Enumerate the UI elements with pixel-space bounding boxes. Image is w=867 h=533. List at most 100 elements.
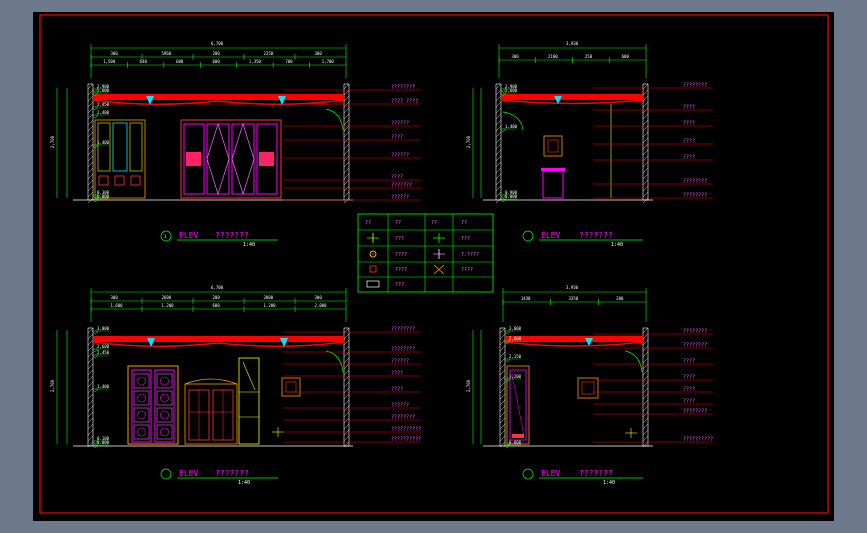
level-text: 3,000	[97, 326, 110, 331]
annotation-label: ????	[391, 371, 403, 377]
glass-cabinet	[184, 378, 238, 445]
dimension-text: 1,350	[249, 59, 262, 64]
annotation-label: ????	[391, 175, 403, 181]
overall-dimension: 6,700	[211, 41, 224, 46]
annotation-label: ??????	[391, 195, 409, 201]
level-text: 0.000	[97, 194, 110, 199]
dimension-text: 2600	[162, 295, 172, 300]
annotation-label: ????????	[683, 343, 707, 349]
legend-cell: ????	[395, 267, 407, 273]
ceiling-cornice	[93, 336, 344, 342]
annotation-label: ????	[683, 399, 695, 405]
cad-drawing: 6,700 300 5960 200 2350 300 1,500 640 600 600 1,…	[39, 14, 829, 514]
annotation-label: ????????	[683, 83, 707, 89]
legend-cell: ???	[461, 236, 470, 242]
dimension-text: 300	[315, 295, 323, 300]
ceiling-cornice	[93, 94, 344, 100]
cross-icon	[367, 233, 379, 243]
level-text: 2,400	[97, 110, 110, 115]
elevation-name: ???????	[579, 469, 613, 478]
annotation-label: ??????????	[391, 437, 421, 443]
legend-cell: ???	[395, 236, 404, 242]
level-text: 0.000	[509, 440, 522, 445]
entry-door	[127, 365, 179, 445]
annotation-label: ????	[683, 359, 695, 365]
annotation-label: ????	[391, 387, 403, 393]
dimension-text: 1,200	[162, 303, 175, 308]
dimension-text: 250	[585, 54, 593, 59]
annotation-label: ??????????	[683, 437, 713, 443]
height-dimension: 2,700	[50, 135, 55, 148]
wall-frame	[577, 377, 599, 399]
legend-cell: ???	[395, 282, 404, 288]
height-dimension: 2,700	[466, 379, 471, 392]
level-text: 1,200	[509, 374, 522, 379]
annotation-label: ????	[683, 155, 695, 161]
legend-cell: ?.????	[461, 252, 479, 258]
dimension-text: 3350	[569, 296, 579, 301]
dimension-text: 200	[213, 51, 221, 56]
dimension-text: 300	[111, 295, 119, 300]
level-text: 2,600	[97, 344, 110, 349]
legend-table: ???????????????????.???????????????	[357, 213, 494, 293]
outlet-icon	[369, 265, 377, 273]
wall-mirror	[543, 135, 563, 157]
legend-cell: ????	[461, 267, 473, 273]
level-text: 3,000	[509, 326, 522, 331]
height-dimension: 2,700	[466, 135, 471, 148]
fan-icon	[433, 264, 445, 275]
dimension-text: 300	[511, 54, 519, 59]
overall-dimension: 6,700	[211, 285, 224, 290]
annotation-label: ????	[683, 387, 695, 393]
elevation-title: ELEV	[179, 231, 198, 240]
height-dimension: 2,700	[50, 379, 55, 392]
legend-cell: ??	[461, 220, 467, 226]
level-text: 2,150	[509, 354, 522, 359]
annotation-label: ????	[683, 139, 695, 145]
wall-frame	[281, 377, 301, 397]
elevation-scale: 1:40	[603, 480, 615, 486]
elevation-3: 6,700 300 2600 200 2000 300 1,600 1,200 600 1,2…	[50, 285, 421, 486]
dimension-text: 2350	[264, 51, 274, 56]
ceiling-cornice	[505, 336, 643, 342]
annotation-label: ????	[683, 121, 695, 127]
svg-text:1: 1	[164, 234, 167, 239]
legend-cell: ??	[395, 220, 401, 226]
level-text: 2,600	[505, 88, 518, 93]
display-cabinet	[94, 119, 146, 199]
dimension-text: 300	[111, 51, 119, 56]
annotation-label: ????	[391, 135, 403, 141]
elevation-scale: 1:40	[243, 242, 255, 248]
annotation-label: ????	[683, 105, 695, 111]
switch-icon	[272, 427, 284, 437]
annotation-label: ????????	[391, 327, 415, 333]
annotation-label: ???????	[391, 183, 412, 189]
elevation-2: 3,930 300 2100 250 600 2,700 2,9002,6001,40…	[466, 41, 713, 248]
dimension-text: 1,500	[103, 59, 116, 64]
annotation-label: ????????	[391, 85, 415, 91]
dimension-text: 1,200	[264, 303, 277, 308]
downlight-icon	[433, 249, 445, 259]
level-text: 0.000	[97, 440, 110, 445]
dimension-text: 600	[213, 59, 221, 64]
dimension-text: 2,000	[315, 303, 328, 308]
lamp-icon	[369, 250, 377, 258]
annotation-label: ???? ????	[391, 99, 418, 105]
dimension-text: 600	[176, 59, 184, 64]
elevation-title: ELEV	[541, 469, 560, 478]
level-text: 2,600	[97, 88, 110, 93]
dimension-text: 700	[285, 59, 293, 64]
level-text: 0.000	[505, 194, 518, 199]
annotation-label: ????????	[391, 347, 415, 353]
elevation-4: 3,930 1430 3350 200 2,700 3,000 2,600 2,150 1…	[466, 285, 713, 486]
legend-cell: ??	[431, 220, 437, 226]
ceiling-cornice	[501, 94, 643, 100]
dimension-text: 300	[315, 51, 323, 56]
legend-cell: ????	[395, 252, 407, 258]
annotation-label: ????????	[683, 329, 707, 335]
annotation-label: ??????	[391, 403, 409, 409]
annotation-label: ????????	[391, 415, 415, 421]
switch-icon	[625, 428, 637, 438]
level-text: 2,450	[97, 350, 110, 355]
elevation-name: ???????	[215, 469, 249, 478]
